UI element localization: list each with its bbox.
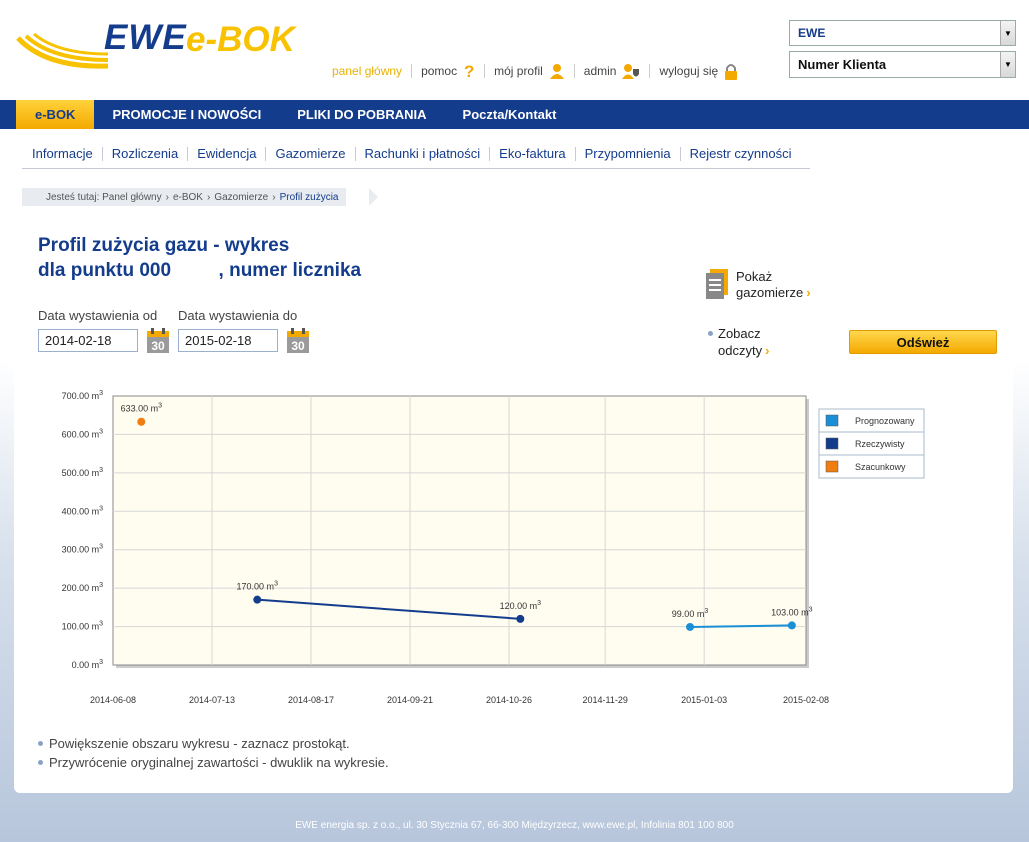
x-tick-label: 2014-06-08: [90, 695, 136, 705]
refresh-button[interactable]: Odśwież: [849, 330, 997, 354]
main-nav-ebok[interactable]: e-BOK: [16, 100, 95, 129]
main-nav-downloads[interactable]: PLIKI DO POBRANIA: [279, 100, 444, 129]
sub-nav-informacje[interactable]: Informacje: [32, 147, 102, 161]
data-point: [137, 417, 146, 426]
top-link-admin[interactable]: admin: [573, 63, 650, 79]
svg-text:30: 30: [151, 339, 165, 353]
bullet-icon: [38, 741, 43, 746]
data-label: 633.00 m3: [121, 403, 163, 414]
svg-text:30: 30: [291, 339, 305, 353]
question-icon: ?: [463, 63, 475, 79]
lock-icon: [724, 63, 738, 80]
svg-text:?: ?: [464, 63, 474, 79]
data-point: [253, 595, 262, 604]
sub-nav-gazomierze[interactable]: Gazomierze: [265, 147, 354, 161]
consumption-chart[interactable]: 0.00 m3 100.00 m3 200.00 m3 300.00 m3 400.00…: [14, 381, 1013, 721]
side-links: Pokaż gazomierze › Zobacz odczyty ›: [706, 269, 811, 359]
x-tick-label: 2014-08-17: [288, 695, 334, 705]
date-to-input[interactable]: [178, 329, 278, 352]
y-tick-label: 400.00 m3: [62, 505, 104, 516]
company-select[interactable]: EWE ▼: [789, 20, 1016, 46]
client-number-select[interactable]: Numer Klienta ▼: [789, 51, 1016, 78]
chevron-down-icon: ▼: [1000, 21, 1015, 45]
top-link-logout[interactable]: wyloguj się: [649, 63, 747, 80]
chart-hints: Powiększenie obszaru wykresu - zaznacz p…: [38, 734, 389, 772]
x-tick-label: 2014-11-29: [582, 695, 627, 705]
y-tick-label: 500.00 m3: [62, 467, 104, 478]
chevron-down-icon: ▼: [1000, 52, 1015, 77]
y-tick-label: 200.00 m3: [62, 582, 104, 593]
data-label: 170.00 m3: [237, 581, 279, 592]
y-tick-label: 300.00 m3: [62, 544, 104, 555]
breadcrumb-item[interactable]: e-BOK: [173, 192, 203, 203]
document-list-icon: [706, 269, 728, 302]
data-point: [787, 621, 796, 630]
x-tick-label: 2014-09-21: [387, 695, 433, 705]
breadcrumb: Jesteś tutaj: Panel główny › e-BOK › Gazom…: [22, 188, 347, 206]
data-point: [516, 614, 525, 623]
calendar-icon[interactable]: 30: [146, 328, 170, 354]
chevron-right-icon: ›: [806, 285, 811, 300]
date-from-label: Data wystawienia od: [38, 308, 158, 323]
date-from-input[interactable]: [38, 329, 138, 352]
logo-ebok-text: e-BOK: [186, 20, 295, 59]
legend-label: Prognozowany: [855, 416, 915, 426]
logo-swoosh-icon: [16, 32, 109, 69]
top-link-help[interactable]: pomoc ?: [411, 63, 484, 79]
calendar-icon[interactable]: 30: [286, 328, 310, 354]
legend-swatch: [825, 460, 839, 473]
see-readings-link[interactable]: Zobacz odczyty ›: [708, 325, 811, 359]
legend-label: Rzeczywisty: [855, 439, 905, 449]
top-links: panel główny pomoc ? mój profil admin wy…: [332, 60, 747, 82]
breadcrumb-item[interactable]: Panel główny: [102, 192, 161, 203]
bullet-icon: [38, 760, 43, 765]
top-link-main-panel[interactable]: panel główny: [332, 64, 411, 78]
x-tick-label: 2014-07-13: [189, 695, 235, 705]
show-meters-link[interactable]: Pokaż gazomierze ›: [706, 269, 811, 302]
header: EWE e-BOK panel główny pomoc ? mój profi…: [0, 0, 1029, 100]
ewe-ebok-logo[interactable]: EWE e-BOK: [16, 18, 306, 78]
breadcrumb-item[interactable]: Gazomierze: [214, 192, 268, 203]
y-tick-label: 100.00 m3: [62, 621, 104, 632]
data-point: [686, 622, 695, 631]
date-to-label: Data wystawienia do: [178, 308, 298, 323]
main-nav-mail-contact[interactable]: Poczta/Kontakt: [445, 100, 575, 129]
admin-shield-icon: [622, 63, 640, 79]
y-tick-label: 0.00 m3: [72, 659, 104, 670]
content-panel: Informacje Rozliczenia Ewidencja Gazomie…: [14, 129, 1013, 793]
data-label: 103.00 m3: [771, 606, 813, 617]
legend-label: Szacunkowy: [855, 462, 906, 472]
top-link-my-profile[interactable]: mój profil: [484, 63, 574, 79]
sub-nav: Informacje Rozliczenia Ewidencja Gazomie…: [32, 145, 801, 163]
x-tick-label: 2015-02-08: [783, 695, 829, 705]
x-tick-label: 2015-01-03: [681, 695, 727, 705]
sub-nav-divider: [22, 168, 810, 169]
bullet-icon: [708, 331, 713, 336]
sub-nav-rozliczenia[interactable]: Rozliczenia: [101, 147, 187, 161]
main-nav: e-BOK PROMOCJE I NOWOŚCI PLIKI DO POBRAN…: [0, 100, 1029, 129]
data-label: 120.00 m3: [500, 600, 542, 611]
legend-swatch: [825, 437, 839, 450]
chevron-right-icon: ›: [765, 343, 770, 358]
legend-swatch: [825, 414, 839, 427]
user-icon: [549, 63, 565, 79]
y-tick-label: 700.00 m3: [62, 390, 104, 401]
sub-nav-rachunki[interactable]: Rachunki i płatności: [354, 147, 490, 161]
logo-ewe-text: EWE: [104, 18, 187, 57]
main-nav-promotions[interactable]: PROMOCJE I NOWOŚCI: [94, 100, 279, 129]
y-tick-label: 600.00 m3: [62, 428, 104, 439]
sub-nav-rejestr[interactable]: Rejestr czynności: [679, 147, 801, 161]
sub-nav-przypomnienia[interactable]: Przypomnienia: [574, 147, 680, 161]
sub-nav-ewidencja[interactable]: Ewidencja: [187, 147, 265, 161]
x-tick-label: 2014-10-26: [486, 695, 532, 705]
page-title: Profil zużycia gazu - wykres dla punktu …: [38, 235, 362, 281]
footer: EWE energia sp. z o.o., ul. 30 Stycznia …: [295, 820, 734, 831]
plot-area: [112, 395, 807, 666]
data-label: 99.00 m3: [672, 608, 709, 619]
sub-nav-eko-faktura[interactable]: Eko-faktura: [489, 147, 574, 161]
breadcrumb-arrow: [369, 188, 378, 206]
breadcrumb-current: Profil zużycia: [279, 191, 339, 203]
